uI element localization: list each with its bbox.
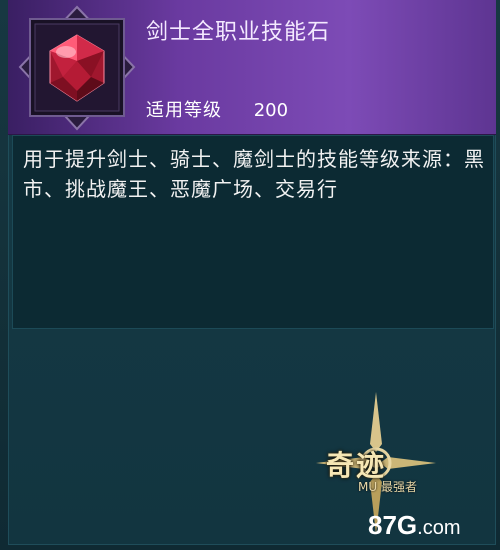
tooltip-frame: 剑士全职业技能石 适用等级 200 用于提升剑士、骑士、魔剑士的技能等级来源：黑… bbox=[0, 0, 500, 550]
description-box: 用于提升剑士、骑士、魔剑士的技能等级来源：黑市、挑战魔王、恶魔广场、交易行 bbox=[12, 135, 494, 329]
item-description: 用于提升剑士、骑士、魔剑士的技能等级来源：黑市、挑战魔王、恶魔广场、交易行 bbox=[23, 147, 485, 201]
red-gem-icon bbox=[18, 5, 136, 131]
game-logo-subtitle: MU 最强者 bbox=[358, 480, 417, 494]
site-watermark: 87G.com bbox=[368, 510, 461, 540]
item-icon-slot bbox=[16, 5, 138, 132]
level-label: 适用等级 bbox=[146, 100, 222, 121]
item-header: 剑士全职业技能石 适用等级 200 bbox=[8, 0, 496, 135]
level-value: 200 bbox=[253, 100, 289, 121]
item-name: 剑士全职业技能石 bbox=[146, 20, 331, 45]
level-requirement: 适用等级 200 bbox=[146, 96, 288, 122]
